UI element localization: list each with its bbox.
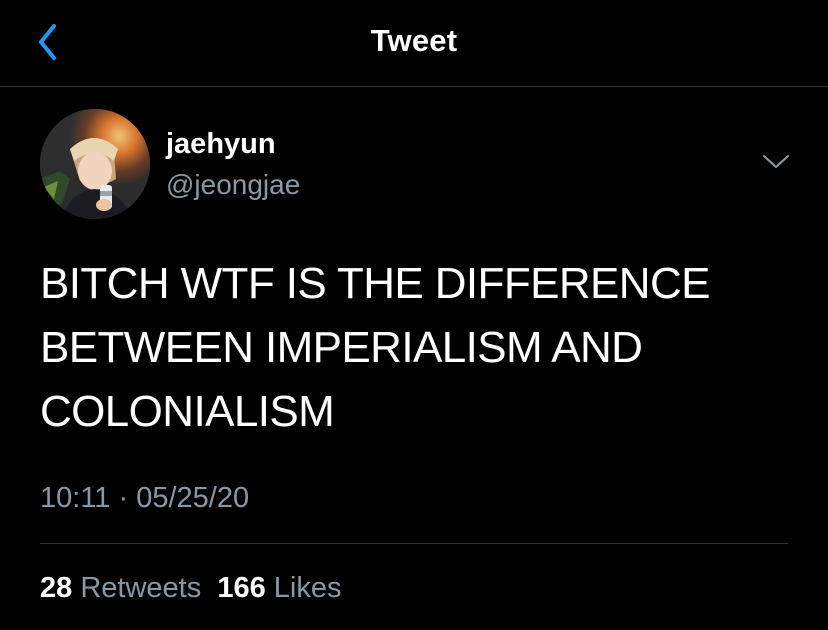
divider bbox=[40, 543, 788, 544]
author-handle[interactable]: @jeongjae bbox=[166, 168, 300, 202]
retweets-stat[interactable]: 28 Retweets bbox=[40, 572, 201, 604]
engagement-stats: 28 Retweets 166 Likes bbox=[40, 570, 342, 606]
retweets-count: 28 bbox=[40, 572, 73, 604]
tweet-text: BITCH WTF IS THE DIFFERENCE BETWEEN IMPE… bbox=[40, 252, 800, 444]
likes-stat[interactable]: 166 Likes bbox=[217, 572, 341, 604]
page-title: Tweet bbox=[370, 23, 458, 58]
likes-count: 166 bbox=[217, 572, 266, 604]
author-display-name[interactable]: jaehyun bbox=[166, 127, 276, 161]
tweet-timestamp: 10:11 · 05/25/20 bbox=[40, 481, 249, 515]
tweet-text-line: BITCH WTF IS THE DIFFERENCE bbox=[40, 259, 710, 308]
tweet-time: 10:11 bbox=[40, 482, 111, 514]
chevron-down-icon bbox=[762, 154, 790, 169]
tweet-menu-button[interactable] bbox=[758, 150, 794, 174]
timestamp-separator: · bbox=[118, 482, 129, 514]
navigation-bar: Tweet bbox=[0, 0, 828, 87]
tweet-date: 05/25/20 bbox=[136, 482, 250, 514]
avatar-image bbox=[40, 109, 150, 219]
tweet-text-line: BETWEEN IMPERIALISM AND bbox=[40, 323, 643, 372]
tweet-text-line: COLONIALISM bbox=[40, 387, 335, 436]
avatar[interactable] bbox=[40, 109, 150, 219]
likes-label: Likes bbox=[273, 572, 342, 604]
retweets-label: Retweets bbox=[80, 572, 202, 604]
